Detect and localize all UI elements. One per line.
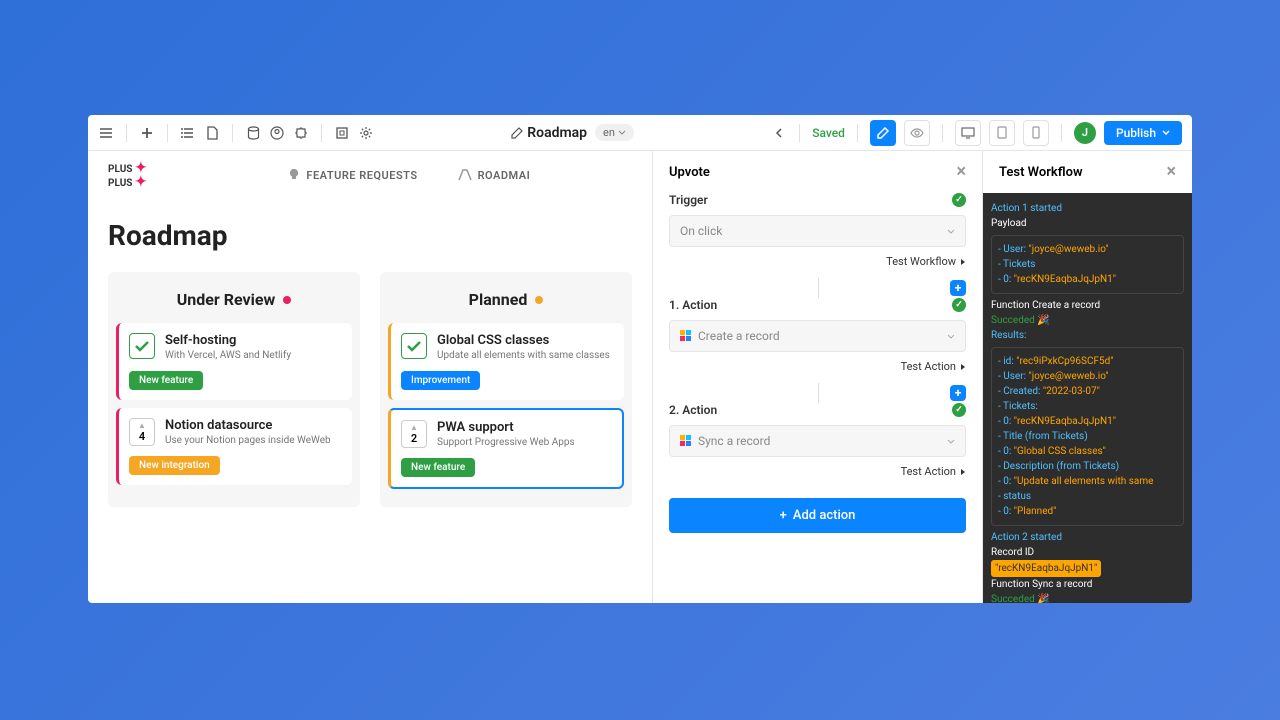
add-action-button[interactable]: +Add action <box>669 498 966 533</box>
list-icon[interactable] <box>180 125 196 141</box>
card-title: Notion datasource <box>165 418 331 433</box>
saved-status: Saved <box>812 126 845 140</box>
debug-line: "recKN9EaqbaJqJpN1" <box>991 560 1184 577</box>
nav-roadmap[interactable]: ROADMAI <box>458 168 531 182</box>
puzzle-icon[interactable] <box>293 125 309 141</box>
mobile-view-button[interactable] <box>1023 120 1049 146</box>
kanban-card[interactable]: ▲4 Notion datasource Use your Notion pages… <box>116 408 352 485</box>
debug-line: Succeded 🎉 <box>991 592 1184 603</box>
tablet-view-button[interactable] <box>989 120 1015 146</box>
card-tag: New integration <box>129 456 220 475</box>
add-step-icon[interactable]: + <box>950 280 966 296</box>
action-select[interactable]: Create a record <box>669 320 966 352</box>
menu-icon[interactable] <box>98 125 114 141</box>
upvote-panel-title: Upvote <box>669 165 710 180</box>
card-tag: New feature <box>129 371 203 390</box>
column-header: Planned <box>380 272 632 323</box>
database-icon[interactable] <box>245 125 261 141</box>
vote-counter[interactable]: ▲4 <box>129 418 155 446</box>
plus-icon[interactable] <box>139 125 155 141</box>
card-title: Self-hosting <box>165 333 291 348</box>
debug-line: - Created: "2022-03-07" <box>998 384 1177 399</box>
debug-line: Action 1 started <box>991 201 1184 216</box>
debug-line: Results: <box>991 328 1184 343</box>
pencil-icon <box>511 127 523 139</box>
topbar: Roadmap en Saved J Publish <box>88 115 1192 151</box>
test-workflow-button[interactable]: Test Workflow <box>669 255 966 268</box>
user-icon[interactable] <box>269 125 285 141</box>
logo: PLUS ✦ PLUS ✦ <box>108 161 147 189</box>
card-tag: Improvement <box>401 371 480 390</box>
publish-button[interactable]: Publish <box>1104 121 1182 145</box>
bulb-icon <box>288 168 300 182</box>
edit-mode-button[interactable] <box>870 120 896 146</box>
canvas: PLUS ✦ PLUS ✦ FEATURE REQUESTS ROADMAI R… <box>88 151 652 603</box>
close-icon[interactable]: × <box>956 163 966 181</box>
debug-line: - status <box>998 489 1177 504</box>
kanban-card[interactable]: Global CSS classes Update all elements wi… <box>388 323 624 400</box>
card-description: With Vercel, AWS and Netlify <box>165 350 291 361</box>
card-description: Support Progressive Web Apps <box>437 437 575 448</box>
debug-line: - id: "rec9iPxkCp96SCF5d" <box>998 354 1177 369</box>
card-description: Update all elements with same classes <box>437 350 610 361</box>
frame-icon[interactable] <box>334 125 350 141</box>
vote-checkbox[interactable] <box>129 333 155 359</box>
debug-line: Action 2 started <box>991 530 1184 545</box>
canvas-title: Roadmap <box>88 199 652 272</box>
debug-line: Function Create a record <box>991 298 1184 313</box>
add-step-icon[interactable]: + <box>950 385 966 401</box>
test-action-button[interactable]: Test Action <box>669 360 966 373</box>
kanban-card[interactable]: Self-hosting With Vercel, AWS and Netlify… <box>116 323 352 400</box>
card-title: PWA support <box>437 420 575 435</box>
action-label: 2. Action <box>669 403 717 417</box>
check-icon: ✓ <box>952 403 966 417</box>
debug-line: Record ID <box>991 545 1184 560</box>
gear-icon[interactable] <box>358 125 374 141</box>
debug-line: - User: "joyce@weweb.io" <box>998 369 1177 384</box>
desktop-view-button[interactable] <box>955 120 981 146</box>
card-title: Global CSS classes <box>437 333 610 348</box>
kanban-column: Under Review Self-hosting With Vercel, AWS… <box>108 272 360 507</box>
debug-line: Succeded 🎉 <box>991 313 1184 328</box>
debug-line: - 0: "recKN9EaqbaJqJpN1" <box>998 272 1177 287</box>
back-icon[interactable] <box>771 125 787 141</box>
trigger-label: Trigger <box>669 193 708 207</box>
debug-panel: Test Workflow × Action 1 startedPayload -… <box>982 151 1192 603</box>
debug-line: - 0: "Update all elements with same <box>998 474 1177 489</box>
action-label: 1. Action <box>669 298 717 312</box>
debug-line: - Tickets: <box>998 399 1177 414</box>
debug-line: - 0: "recKN9EaqbaJqJpN1" <box>998 414 1177 429</box>
debug-line: - Tickets <box>998 257 1177 272</box>
avatar[interactable]: J <box>1074 122 1096 144</box>
column-header: Under Review <box>108 272 360 323</box>
debug-line: - Title (from Tickets) <box>998 429 1177 444</box>
debug-panel-title: Test Workflow <box>999 165 1083 180</box>
card-tag: New feature <box>401 458 475 477</box>
debug-line: - 0: "Planned" <box>998 504 1177 519</box>
preview-mode-button[interactable] <box>904 120 930 146</box>
card-description: Use your Notion pages inside WeWeb <box>165 435 331 446</box>
debug-line: - User: "joyce@weweb.io" <box>998 242 1177 257</box>
debug-line: - 0: "Global CSS classes" <box>998 444 1177 459</box>
page-icon[interactable] <box>204 125 220 141</box>
language-selector[interactable]: en <box>595 124 634 141</box>
action-select[interactable]: Sync a record <box>669 425 966 457</box>
trigger-select[interactable]: On click <box>669 215 966 247</box>
page-title: Roadmap <box>511 125 587 141</box>
upvote-panel: Upvote × Trigger ✓ On click Test Workflow… <box>652 151 982 603</box>
debug-line: - Description (from Tickets) <box>998 459 1177 474</box>
vote-checkbox[interactable] <box>401 333 427 359</box>
kanban-column: Planned Global CSS classes Update all elem… <box>380 272 632 507</box>
check-icon: ✓ <box>952 193 966 207</box>
vote-counter[interactable]: ▲2 <box>401 420 427 448</box>
check-icon: ✓ <box>952 298 966 312</box>
close-icon[interactable]: × <box>1166 163 1176 181</box>
nav-feature-requests[interactable]: FEATURE REQUESTS <box>288 168 417 182</box>
kanban-card[interactable]: ▲2 PWA support Support Progressive Web App… <box>388 408 624 489</box>
road-icon <box>458 169 472 181</box>
debug-line: Function Sync a record <box>991 577 1184 592</box>
debug-line: Payload <box>991 216 1184 231</box>
test-action-button[interactable]: Test Action <box>669 465 966 478</box>
